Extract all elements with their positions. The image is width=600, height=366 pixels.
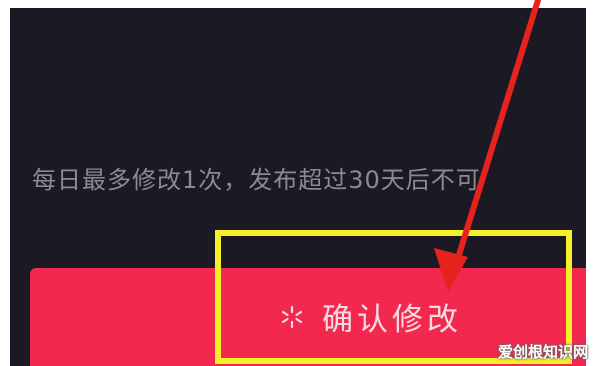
- dark-screen: 每日最多修改1次，发布超过30天后不可 确认修改: [10, 8, 586, 366]
- loading-spinner-icon: [281, 305, 303, 328]
- edit-limit-hint: 每日最多修改1次，发布超过30天后不可: [32, 166, 481, 194]
- confirm-button-content: 确认修改: [280, 294, 462, 339]
- watermark: 爱创根知识网: [497, 343, 588, 361]
- confirm-button-label: 确认修改: [322, 302, 462, 338]
